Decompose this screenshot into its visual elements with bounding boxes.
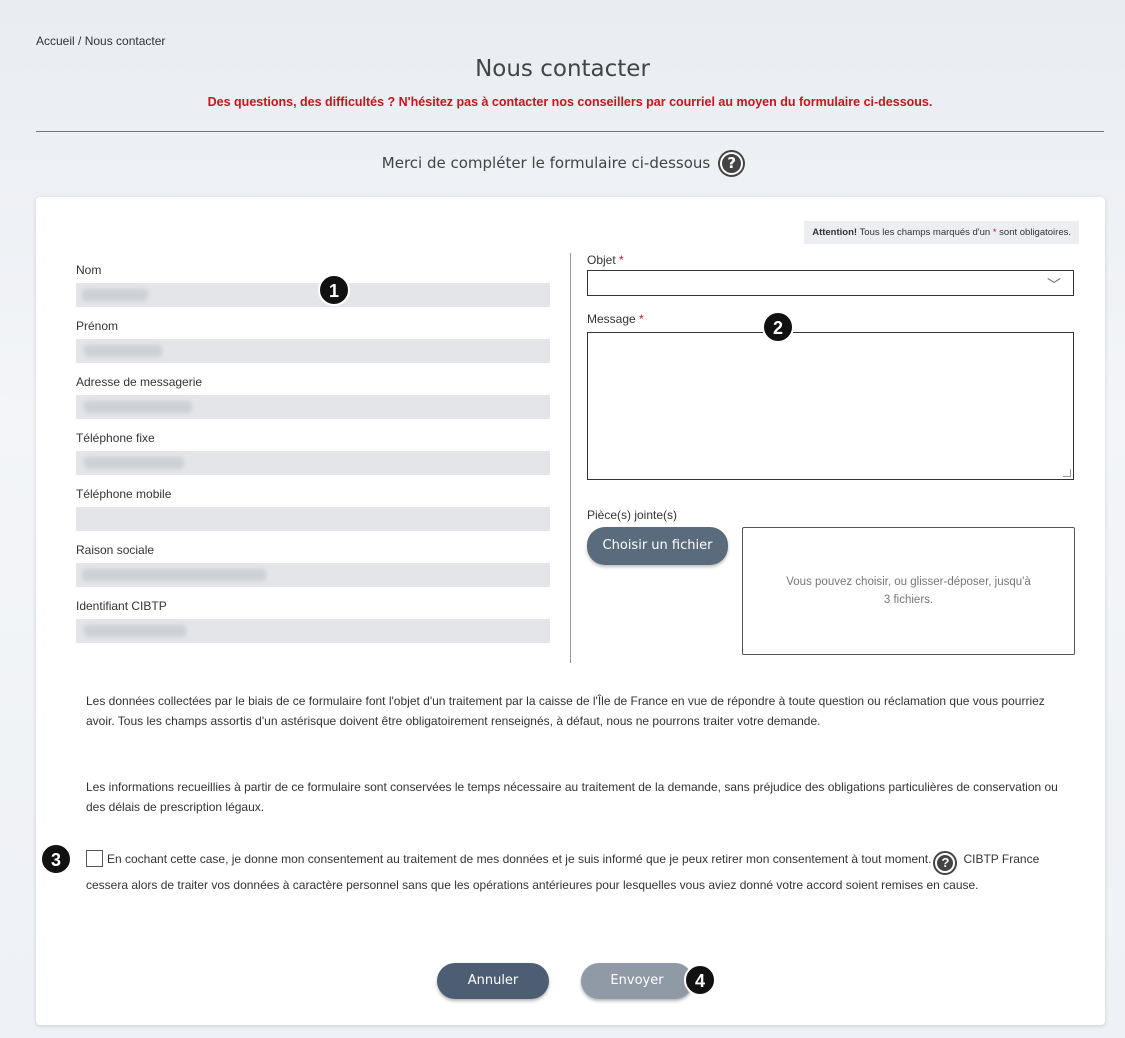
legal-paragraph-1: Les données collectées par le biais de c… xyxy=(86,694,1045,728)
telephone-mobile-input[interactable] xyxy=(76,507,550,531)
resize-handle[interactable] xyxy=(1063,469,1071,477)
identifiant-cibtp-input[interactable] xyxy=(76,619,550,643)
breadcrumb-separator: / xyxy=(74,34,85,48)
field-label: Téléphone mobile xyxy=(76,487,172,501)
attachments-label: Pièce(s) jointe(s) xyxy=(587,508,678,522)
objet-select[interactable]: ﹀ xyxy=(587,270,1074,296)
chevron-down-icon: ﹀ xyxy=(1047,277,1061,293)
email-input[interactable] xyxy=(76,395,550,419)
field-label: Raison sociale xyxy=(76,543,155,557)
page-title: Nous contacter xyxy=(475,56,650,82)
page-subtitle: Des questions, des difficultés ? N'hésit… xyxy=(207,95,933,109)
cancel-button[interactable]: Annuler xyxy=(437,963,549,999)
nom-input[interactable] xyxy=(76,283,550,307)
breadcrumb: Accueil / Nous contacter xyxy=(36,34,165,48)
dropzone-text: Vous pouvez choisir, ou glisser-déposer,… xyxy=(786,575,1031,606)
consent-text-1: En cochant cette case, je donne mon cons… xyxy=(107,852,932,866)
field-prenom: Prénom xyxy=(76,319,550,363)
required-notice-strong: Attention! xyxy=(812,227,858,238)
field-label: Adresse de messagerie xyxy=(76,375,203,389)
send-button[interactable]: Envoyer xyxy=(581,963,693,999)
step-marker-3: 3 xyxy=(40,843,72,875)
step-marker-4: 4 xyxy=(684,964,716,996)
file-dropzone[interactable]: Vous pouvez choisir, ou glisser-déposer,… xyxy=(742,527,1075,655)
field-email: Adresse de messagerie xyxy=(76,375,550,419)
field-nom: Nom xyxy=(76,263,550,307)
personal-info-column: Nom Prénom Adresse de messagerie Télépho… xyxy=(76,263,550,655)
message-required-star: * xyxy=(639,312,644,326)
objet-label-text: Objet xyxy=(587,253,616,267)
message-label: Message * xyxy=(587,312,1075,326)
legal-paragraph-2: Les informations recueillies à partir de… xyxy=(86,780,1058,814)
header-divider xyxy=(36,131,1104,132)
consent-checkbox[interactable] xyxy=(86,850,103,867)
objet-label: Objet * xyxy=(587,253,1075,267)
breadcrumb-current: Nous contacter xyxy=(84,34,166,48)
consent-block: En cochant cette case, je donne mon cons… xyxy=(86,847,1076,898)
field-telephone-mobile: Téléphone mobile xyxy=(76,487,550,531)
step-marker-2: 2 xyxy=(762,311,794,343)
field-label: Nom xyxy=(76,263,102,277)
required-notice-text: Tous les champs marqués d'un xyxy=(857,227,993,238)
form-intro: Merci de compléter le formulaire ci-dess… xyxy=(0,152,1125,175)
help-icon[interactable]: ? xyxy=(720,152,744,175)
form-intro-text: Merci de compléter le formulaire ci-dess… xyxy=(381,154,711,172)
breadcrumb-home-link[interactable]: Accueil xyxy=(36,34,75,48)
message-label-text: Message xyxy=(587,312,636,326)
prenom-input[interactable] xyxy=(76,339,550,363)
raison-sociale-input[interactable] xyxy=(76,563,550,587)
field-raison-sociale: Raison sociale xyxy=(76,543,550,587)
field-identifiant-cibtp: Identifiant CIBTP xyxy=(76,599,550,643)
help-icon[interactable]: ? xyxy=(935,853,956,873)
telephone-fixe-input[interactable] xyxy=(76,451,550,475)
field-telephone-fixe: Téléphone fixe xyxy=(76,431,550,475)
step-marker-1: 1 xyxy=(318,274,350,306)
required-notice-end: sont obligatoires. xyxy=(996,227,1071,238)
field-label: Prénom xyxy=(76,319,119,333)
contact-form-card: Attention! Tous les champs marqués d'un … xyxy=(36,197,1105,1025)
field-label: Identifiant CIBTP xyxy=(76,599,167,613)
message-textarea[interactable] xyxy=(587,332,1074,480)
required-notice: Attention! Tous les champs marqués d'un … xyxy=(804,221,1079,244)
message-column: Objet * ﹀ Message * Pièce(s) jointe(s) C… xyxy=(587,253,1075,655)
column-separator xyxy=(570,253,571,663)
field-label: Téléphone fixe xyxy=(76,431,155,445)
choose-file-button[interactable]: Choisir un fichier xyxy=(587,527,728,565)
objet-required-star: * xyxy=(619,253,624,267)
